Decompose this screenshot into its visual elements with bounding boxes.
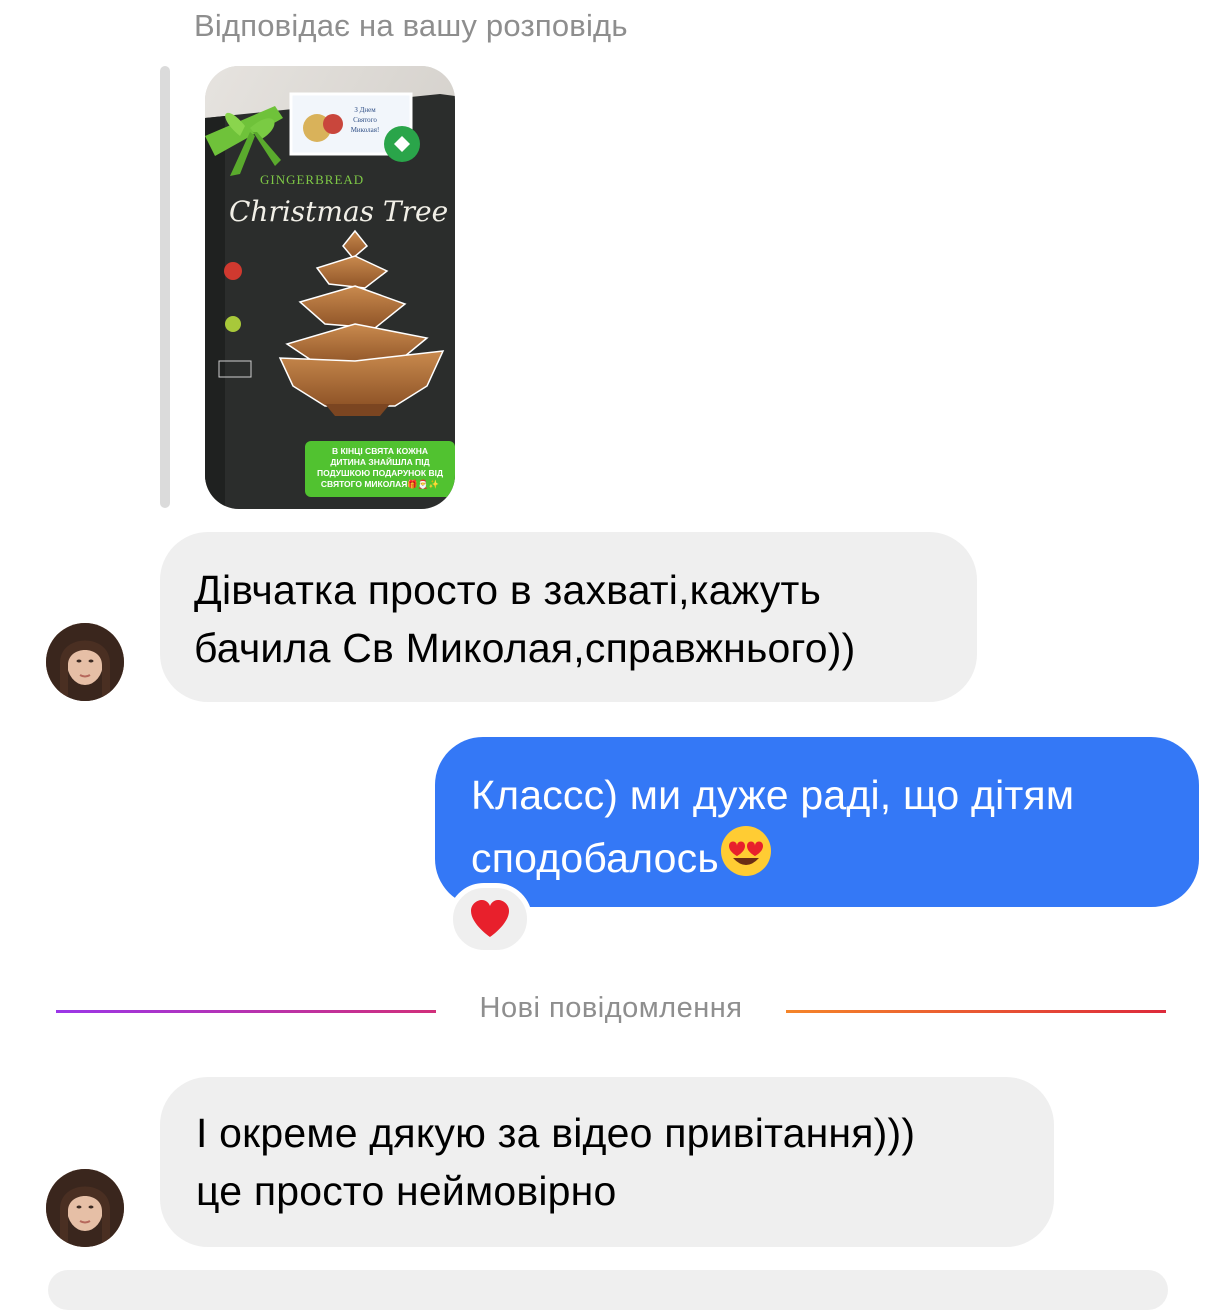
svg-text:СВЯТОГО МИКОЛАЯ🎁🎅✨: СВЯТОГО МИКОЛАЯ🎁🎅✨: [321, 479, 440, 489]
sender-avatar[interactable]: [46, 623, 124, 701]
svg-text:GINGERBREAD: GINGERBREAD: [260, 172, 364, 187]
story-reply-thumbnail[interactable]: З Днем Святого Миколая! GINGERBREAD Chri…: [205, 66, 455, 509]
svg-text:З Днем: З Днем: [354, 106, 376, 114]
svg-text:ПОДУШКОЮ ПОДАРУНОК ВІД: ПОДУШКОЮ ПОДАРУНОК ВІД: [317, 468, 443, 478]
new-messages-label: Нові повідомлення: [479, 992, 743, 1024]
incoming-message-bubble[interactable]: Дівчатка просто в захваті,кажуть бачила …: [160, 532, 977, 702]
svg-text:Святого: Святого: [353, 116, 377, 124]
person-avatar-icon: [46, 1169, 124, 1247]
outgoing-message-bubble[interactable]: Классс) ми дуже раді, що дітям сподобало…: [435, 737, 1199, 907]
message-line: це просто неймовірно: [196, 1168, 617, 1214]
message-line: І окреме дякую за відео привітання))): [196, 1110, 916, 1156]
svg-text:В КІНЦІ СВЯТА КОЖНА: В КІНЦІ СВЯТА КОЖНА: [332, 446, 428, 456]
gingerbread-box-photo: З Днем Святого Миколая! GINGERBREAD Chri…: [205, 66, 455, 509]
person-avatar-icon: [46, 623, 124, 701]
message-reaction[interactable]: [448, 883, 532, 955]
reply-context-caption: Відповідає на вашу розповідь: [194, 8, 628, 43]
svg-text:Миколая!: Миколая!: [351, 126, 380, 134]
message-line: Дівчатка просто в захваті,кажуть: [194, 567, 822, 613]
incoming-message-bubble-partial[interactable]: [48, 1270, 1168, 1310]
sender-avatar[interactable]: [46, 1169, 124, 1247]
svg-text:Christmas Tree: Christmas Tree: [229, 195, 448, 228]
red-heart-icon: [471, 900, 509, 937]
incoming-message-bubble[interactable]: І окреме дякую за відео привітання))) це…: [160, 1077, 1054, 1247]
heart-eyes-emoji-icon: [719, 824, 773, 893]
reply-quote-bar: [160, 66, 170, 508]
new-messages-divider-right: [786, 1010, 1166, 1013]
message-line: сподобалось: [471, 835, 719, 881]
new-messages-divider-left: [56, 1010, 436, 1013]
svg-text:ДИТИНА ЗНАЙШЛА ПІД: ДИТИНА ЗНАЙШЛА ПІД: [330, 456, 429, 467]
message-line: бачила Св Миколая,справжнього)): [194, 625, 856, 671]
message-line: Классс) ми дуже раді, що дітям: [471, 772, 1075, 818]
